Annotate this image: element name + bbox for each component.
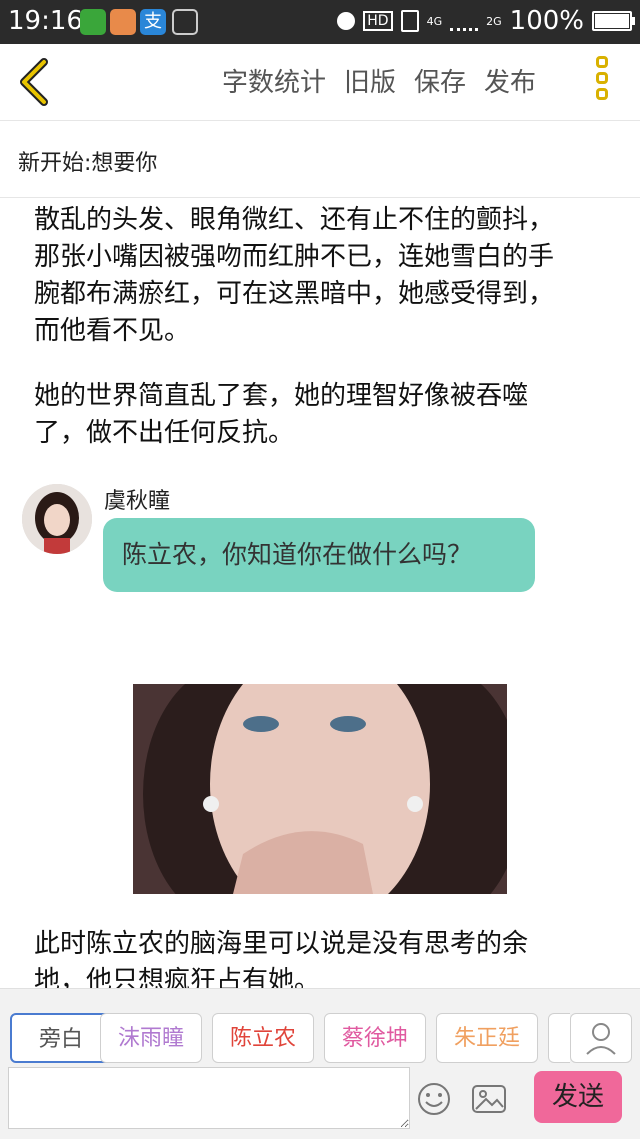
sim-icon [400, 10, 419, 32]
role-bar: 旁白 沫雨瞳 陈立农 蔡徐坤 朱正廷 发送 [0, 988, 640, 1139]
cleaner-icon [172, 9, 198, 35]
old-version-button[interactable]: 旧版 [344, 62, 396, 99]
story-image[interactable] [133, 684, 507, 894]
publish-button[interactable]: 发布 [484, 62, 536, 99]
message-bubble: 陈立农，你知道你在做什么吗？ [103, 518, 535, 592]
story-paragraph-1: 散乱的头发、眼角微红、还有止不住的颤抖， 那张小嘴因被强吻而红肿不已，连她雪白的… [34, 205, 555, 346]
role-chen-linong[interactable]: 陈立农 [212, 1013, 314, 1063]
photos-app-icon [110, 9, 136, 35]
network-2g-label: 2G [486, 14, 502, 28]
message-input[interactable] [8, 1067, 410, 1129]
battery-icon [592, 11, 635, 31]
top-nav: 字数统计 旧版 保存 发布 [0, 44, 640, 121]
alipay-icon: 支 [140, 9, 166, 35]
word-count-button[interactable]: 字数统计 [222, 62, 326, 99]
role-cai-xukun[interactable]: 蔡徐坤 [324, 1013, 426, 1063]
story-title-row[interactable]: 新开始:想要你 [0, 121, 640, 198]
battery-percent: 100% [509, 6, 584, 36]
emoji-icon[interactable] [416, 1081, 452, 1117]
status-bar: 19:16 支 HD 4G 2G 100% [0, 0, 640, 44]
role-more-partial[interactable] [548, 1013, 570, 1063]
role-zhu-zhengting[interactable]: 朱正廷 [436, 1013, 538, 1063]
add-role-user-icon[interactable] [570, 1013, 632, 1063]
network-4g-label: 4G [426, 14, 443, 28]
image-icon[interactable] [470, 1081, 508, 1117]
more-menu-icon[interactable] [596, 56, 616, 110]
avatar [22, 484, 92, 554]
signal-icon [450, 12, 479, 31]
clock: 19:16 [8, 6, 83, 36]
story-paragraph-2: 她的世界简直乱了套，她的理智好像被吞噬 了，做不出任何反抗。 [34, 381, 529, 448]
back-chevron-icon[interactable] [16, 58, 56, 106]
save-button[interactable]: 保存 [414, 62, 466, 99]
wechat-app-icon [80, 9, 106, 35]
role-narrator[interactable]: 旁白 [10, 1013, 112, 1063]
story-title: 新开始:想要你 [18, 151, 158, 176]
hd-badge: HD [363, 11, 393, 31]
role-mo-yutong[interactable]: 沫雨瞳 [100, 1013, 202, 1063]
dnd-icon [337, 12, 356, 30]
speaker-name: 虞秋瞳 [104, 489, 171, 514]
send-button[interactable]: 发送 [534, 1071, 622, 1123]
